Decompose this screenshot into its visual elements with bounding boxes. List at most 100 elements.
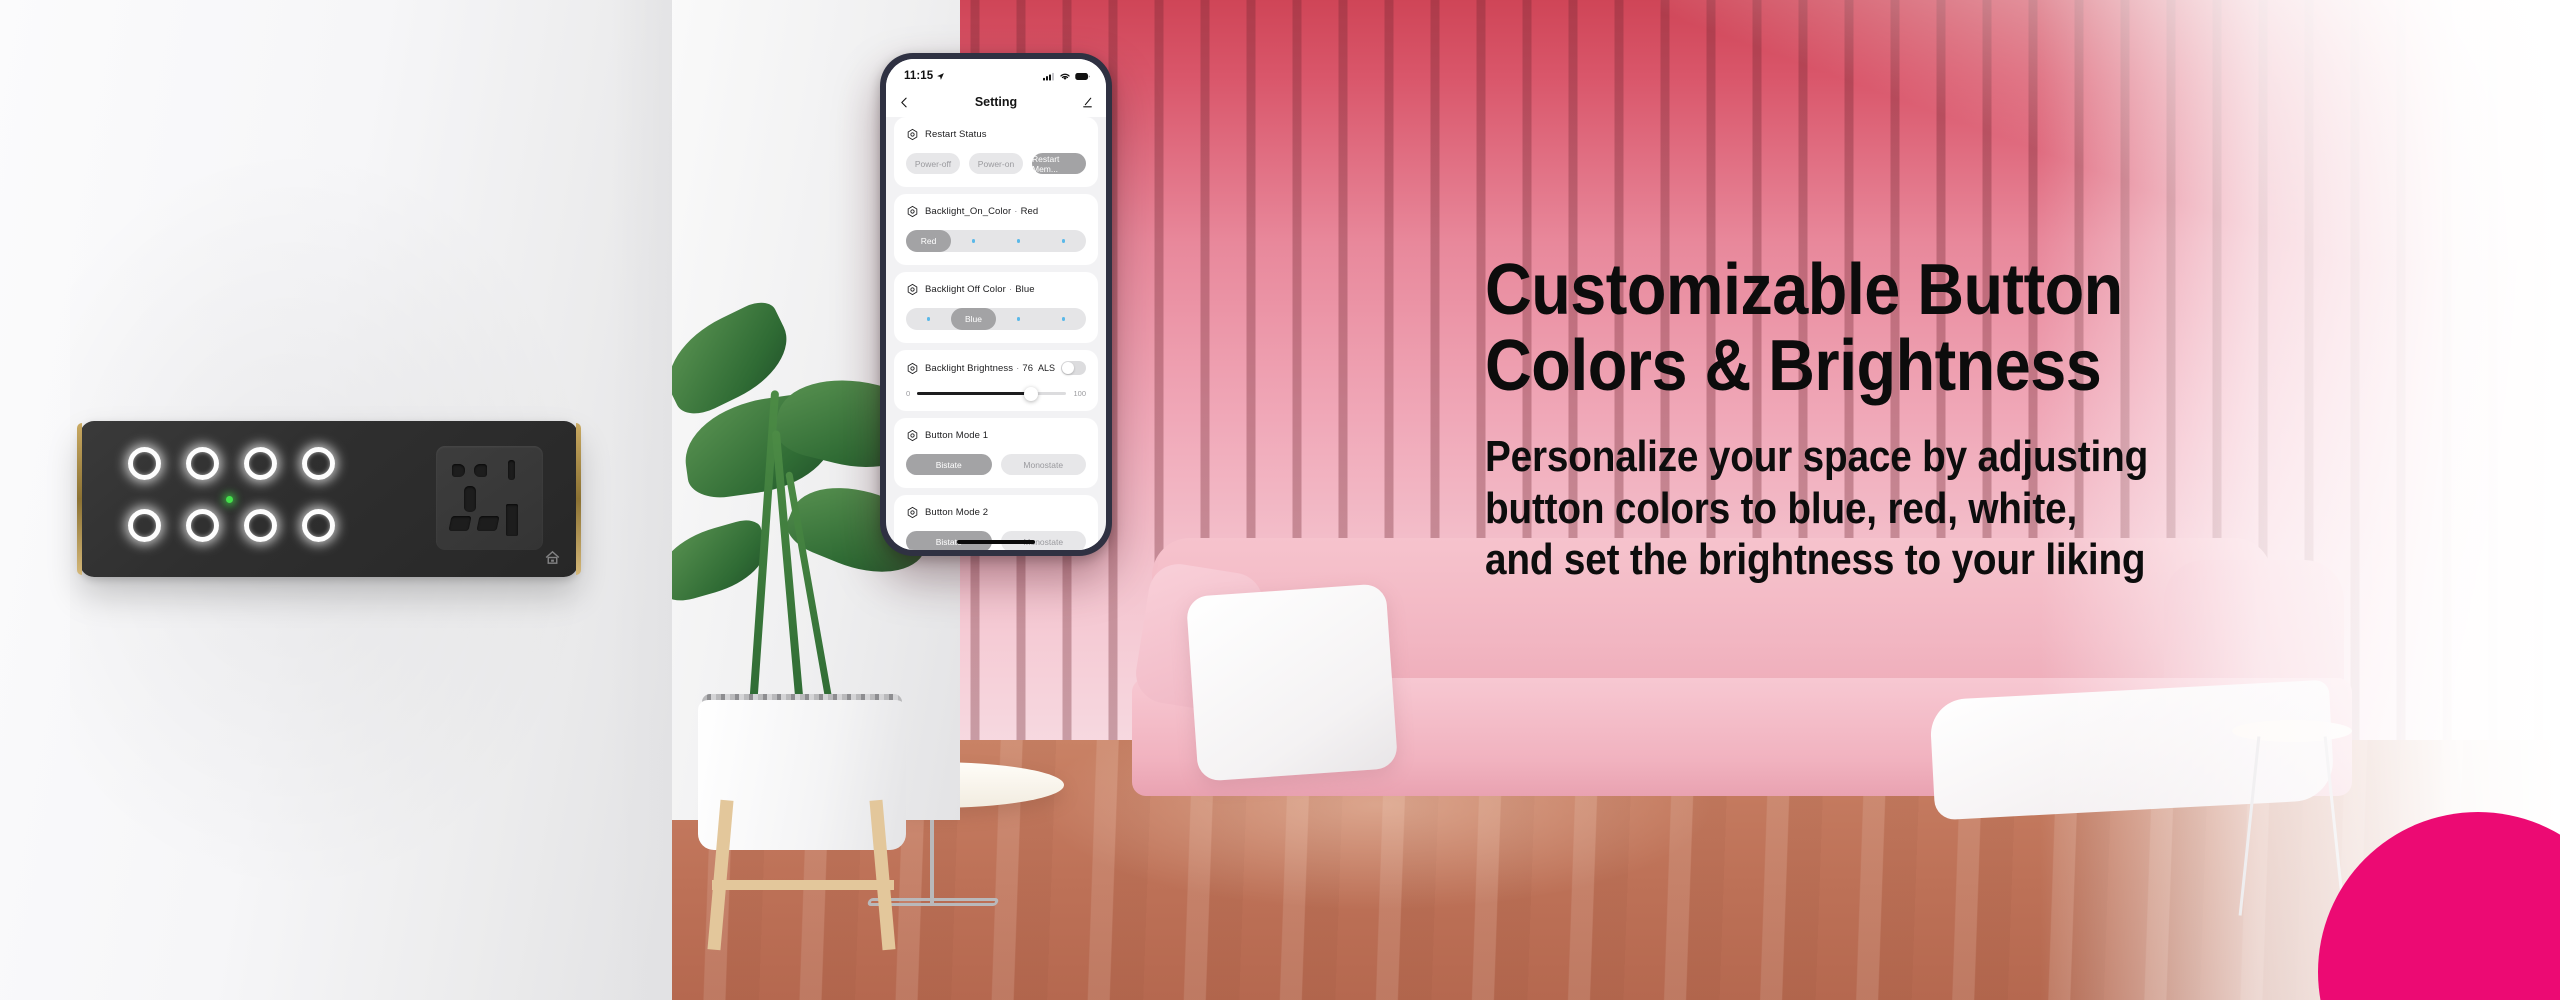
socket-slot <box>464 486 476 512</box>
card-header: Button Mode 2 <box>906 506 1086 519</box>
color-dot-icon <box>1061 239 1066 243</box>
socket-slot <box>476 516 500 531</box>
status-icons <box>1043 72 1090 81</box>
separator: · <box>1014 206 1018 217</box>
als-control: ALS <box>1038 361 1086 375</box>
sub-line-1: Personalize your space by adjusting <box>1485 431 2149 481</box>
headline-line-1: Customizable Button <box>1485 250 2123 330</box>
setting-card-backlight-on-color: Backlight_On_Color · Red Red <box>894 194 1098 265</box>
backlight-off-color-segmented[interactable]: Blue <box>906 308 1086 330</box>
socket-slot <box>506 504 518 536</box>
promo-banner: 11:15 Setting Restart Status Power-off P… <box>0 0 2560 1000</box>
seg-slot[interactable] <box>1041 239 1086 243</box>
setting-value: Red <box>1020 206 1039 217</box>
slider-min-label: 0 <box>906 389 911 398</box>
touch-button <box>128 447 161 480</box>
led-indicator-icon <box>226 496 233 503</box>
product-showcase-panel <box>0 0 672 1000</box>
phone-screen: 11:15 Setting Restart Status Power-off P… <box>886 59 1106 550</box>
card-label: Backlight_On_Color · Red <box>925 206 1038 217</box>
pot-stand-rail <box>712 880 894 890</box>
touch-button <box>186 447 219 480</box>
setting-name: Button Mode 1 <box>925 430 989 441</box>
touch-button <box>302 447 335 480</box>
color-dot-icon <box>1061 317 1066 321</box>
color-dot-icon <box>971 239 976 243</box>
touch-button-grid <box>128 447 348 551</box>
card-label: Button Mode 2 <box>925 507 988 518</box>
seg-slot[interactable] <box>996 239 1041 243</box>
smart-switch-panel-product <box>77 421 581 577</box>
headline-line-2: Colors & Brightness <box>1485 326 2102 407</box>
universal-socket-outlet <box>436 446 543 550</box>
card-header: Button Mode 1 <box>906 429 1086 442</box>
card-header: Restart Status <box>906 128 1086 141</box>
home-logo-icon <box>545 550 560 564</box>
seg-slot[interactable] <box>906 317 951 321</box>
seg-active-thumb[interactable]: Blue <box>951 308 996 330</box>
setting-card-backlight-brightness: Backlight Brightness · 76 ALS 0 100 <box>894 350 1098 411</box>
seg-slot[interactable] <box>1041 317 1086 321</box>
setting-name: Restart Status <box>925 129 987 140</box>
home-indicator[interactable] <box>957 540 1035 544</box>
seg-active-thumb[interactable]: Red <box>906 230 951 252</box>
setting-card-restart-status: Restart Status Power-off Power-on Restar… <box>894 117 1098 187</box>
setting-name: Backlight Brightness <box>925 362 1014 374</box>
label-group: Backlight Brightness · 76 <box>906 362 1033 375</box>
separator: · <box>1016 362 1020 374</box>
separator: · <box>1008 284 1013 295</box>
card-label: Button Mode 1 <box>925 430 988 441</box>
socket-slot <box>508 460 515 480</box>
option-power-off[interactable]: Power-off <box>906 153 960 174</box>
settings-scroll-area[interactable]: Restart Status Power-off Power-on Restar… <box>886 117 1106 550</box>
hexagon-target-icon <box>907 506 918 519</box>
card-label: Restart Status <box>925 129 987 140</box>
setting-value: 76 <box>1022 362 1034 374</box>
toggle-knob <box>1062 362 1074 374</box>
als-toggle[interactable] <box>1061 361 1086 375</box>
card-header: Backlight Brightness · 76 ALS <box>906 361 1086 375</box>
button-mode-1-options: Bistate Monostate <box>906 454 1086 475</box>
backlight-on-color-segmented[interactable]: Red <box>906 230 1086 252</box>
option-monostate[interactable]: Monostate <box>1000 454 1086 475</box>
sub-line-3: and set the brightness to your liking <box>1485 535 2146 585</box>
option-bistate[interactable]: Bistate <box>906 454 992 475</box>
hexagon-target-icon <box>907 128 918 141</box>
setting-name: Backlight_On_Color <box>925 206 1012 217</box>
battery-full-icon <box>1075 72 1090 80</box>
socket-slot <box>474 464 487 477</box>
socket-slot <box>448 516 472 531</box>
status-time-group: 11:15 <box>904 70 945 82</box>
card-label: Backlight Off Color · Blue <box>925 284 1035 295</box>
hexagon-target-icon <box>907 283 918 296</box>
color-dot-icon <box>1016 239 1021 243</box>
color-dot-icon <box>1016 317 1021 321</box>
seg-slot[interactable] <box>996 317 1041 321</box>
hexagon-target-icon <box>907 429 918 442</box>
option-power-on[interactable]: Power-on <box>969 153 1023 174</box>
seg-slot[interactable] <box>951 239 996 243</box>
option-restart-memory[interactable]: Restart Mem... <box>1032 153 1086 174</box>
card-header: Backlight_On_Color · Red <box>906 205 1086 218</box>
setting-name: Backlight Off Color <box>925 284 1006 295</box>
headline: Customizable Button Colors & Brightness <box>1485 252 2421 405</box>
white-pillow <box>1185 583 1399 782</box>
restart-status-options: Power-off Power-on Restart Mem... <box>906 153 1086 174</box>
touch-button <box>244 447 277 480</box>
page-title: Setting <box>974 95 1018 109</box>
brightness-slider-row: 0 100 <box>906 386 1086 401</box>
marketing-copy: Customizable Button Colors & Brightness … <box>1485 252 2525 586</box>
app-navbar: Setting <box>886 87 1106 117</box>
pencil-edit-icon[interactable] <box>1081 96 1094 109</box>
card-label: Backlight Brightness · 76 <box>925 363 1033 374</box>
hexagon-target-icon <box>907 362 918 374</box>
als-label: ALS <box>1037 363 1055 373</box>
cellular-signal-icon <box>1043 72 1054 80</box>
slider-thumb[interactable] <box>1023 386 1038 401</box>
slider-fill <box>917 392 1031 395</box>
brightness-slider[interactable] <box>917 386 1067 401</box>
color-dot-icon <box>926 317 931 321</box>
chevron-left-icon[interactable] <box>898 96 911 109</box>
setting-value: Blue <box>1015 284 1035 295</box>
setting-card-backlight-off-color: Backlight Off Color · Blue Blue <box>894 272 1098 343</box>
